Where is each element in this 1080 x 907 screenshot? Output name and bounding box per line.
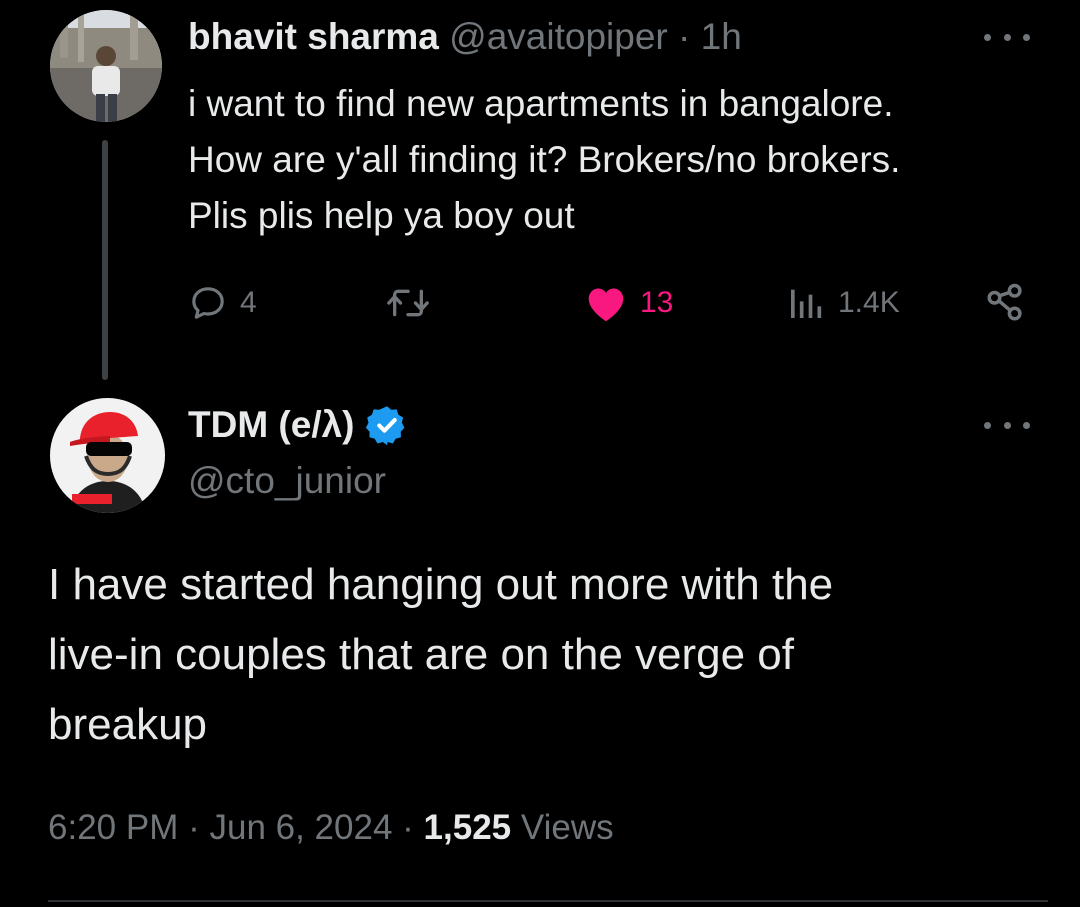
- more-dots-icon: [984, 33, 991, 41]
- tweet-time[interactable]: 6:20 PM: [48, 808, 178, 847]
- tweet-date[interactable]: Jun 6, 2024: [209, 808, 392, 847]
- retweet-button[interactable]: [384, 280, 432, 326]
- views-button[interactable]: 1.4K: [786, 280, 900, 326]
- like-count: 13: [640, 286, 674, 319]
- more-dots-icon: [984, 421, 991, 429]
- profile-photo-icon: [50, 10, 162, 122]
- views-bar-chart-icon: [791, 289, 822, 318]
- tweet-thread: bhavit sharma @avaitopiper · 1h i want t…: [0, 0, 1080, 907]
- retweet-icon: [387, 289, 429, 317]
- heart-icon: [588, 288, 624, 322]
- parent-tweet-text: i want to find new apartments in bangalo…: [188, 83, 901, 236]
- profile-photo-icon: [50, 398, 165, 513]
- header-separator: ·: [678, 16, 691, 57]
- like-button[interactable]: 13: [584, 280, 673, 326]
- parent-tweet-time[interactable]: 1h: [701, 16, 742, 57]
- reply-count: 4: [240, 286, 257, 319]
- parent-author-name[interactable]: bhavit sharma: [188, 16, 439, 57]
- parent-author-handle[interactable]: @avaitopiper: [449, 16, 668, 57]
- tweet-views-label: Views: [520, 808, 614, 847]
- parent-tweet-header: bhavit sharma @avaitopiper · 1h: [188, 14, 742, 60]
- views-count: 1.4K: [838, 286, 900, 319]
- reply-author-avatar[interactable]: [50, 398, 165, 513]
- share-icon: [987, 283, 1022, 321]
- tweet-view-count[interactable]: 1,525: [424, 808, 512, 847]
- reply-tweet-meta: 6:20 PM · Jun 6, 2024 · 1,525 Views: [48, 803, 614, 853]
- reply-author-name[interactable]: TDM (e/λ): [188, 404, 355, 446]
- reply-more-button[interactable]: [984, 410, 1030, 440]
- reply-author-name-row: TDM (e/λ): [188, 400, 409, 450]
- meta-separator: ·: [188, 808, 200, 847]
- reply-bubble-icon: [192, 287, 224, 319]
- thread-connector-line: [102, 140, 108, 380]
- parent-author-avatar[interactable]: [50, 10, 162, 122]
- reply-tweet-text: I have started hanging out more with the…: [48, 560, 834, 749]
- meta-separator: ·: [402, 808, 414, 847]
- bottom-divider: [48, 900, 1048, 902]
- reply-button[interactable]: 4: [188, 280, 257, 326]
- share-button[interactable]: [984, 280, 1026, 326]
- reply-author-handle[interactable]: @cto_junior: [188, 458, 386, 504]
- parent-more-button[interactable]: [984, 22, 1030, 52]
- verified-badge-icon[interactable]: [365, 403, 409, 447]
